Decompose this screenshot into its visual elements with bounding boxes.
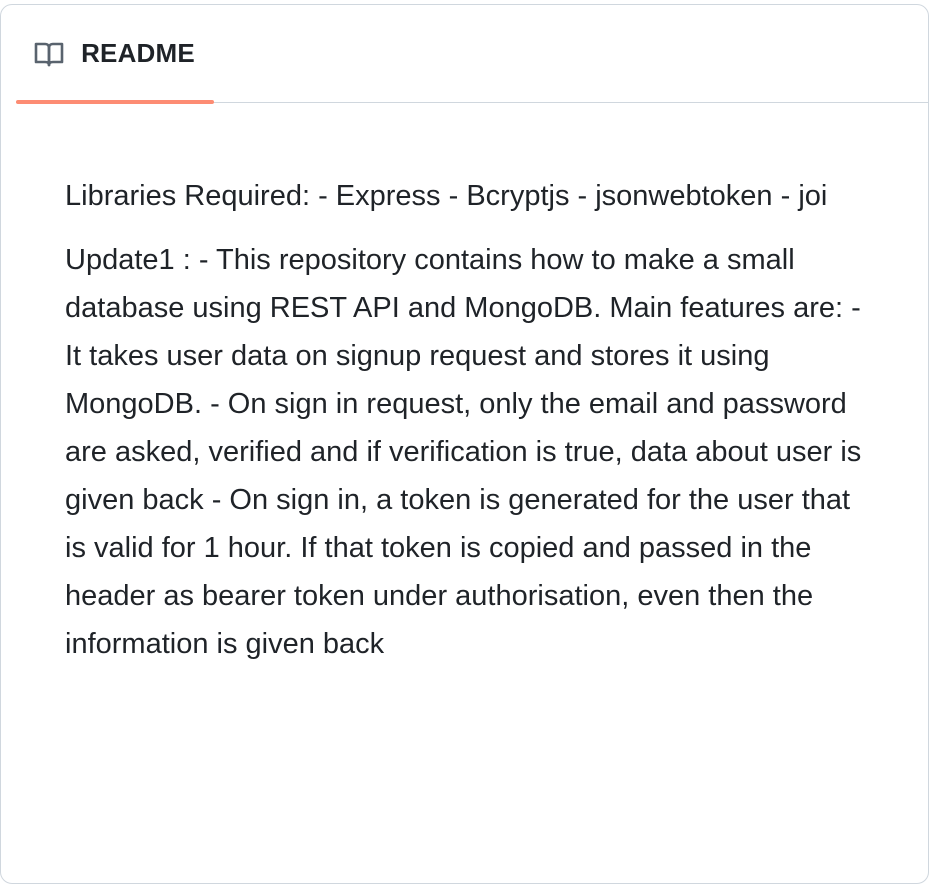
readme-paragraph-update: Update1 : - This repository contains how…: [65, 244, 862, 660]
readme-tab-bar: README: [16, 5, 928, 104]
book-icon: [33, 38, 65, 70]
readme-paragraph-libraries: Libraries Required: - Express - Bcryptjs…: [65, 180, 828, 212]
tab-active-indicator: [16, 100, 214, 104]
tab-readme[interactable]: README: [16, 5, 214, 104]
readme-content: Libraries Required: - Express - Bcryptjs…: [65, 172, 875, 684]
tab-readme-label: README: [81, 38, 195, 68]
readme-panel: README Libraries Required: - Express - B…: [0, 4, 929, 884]
